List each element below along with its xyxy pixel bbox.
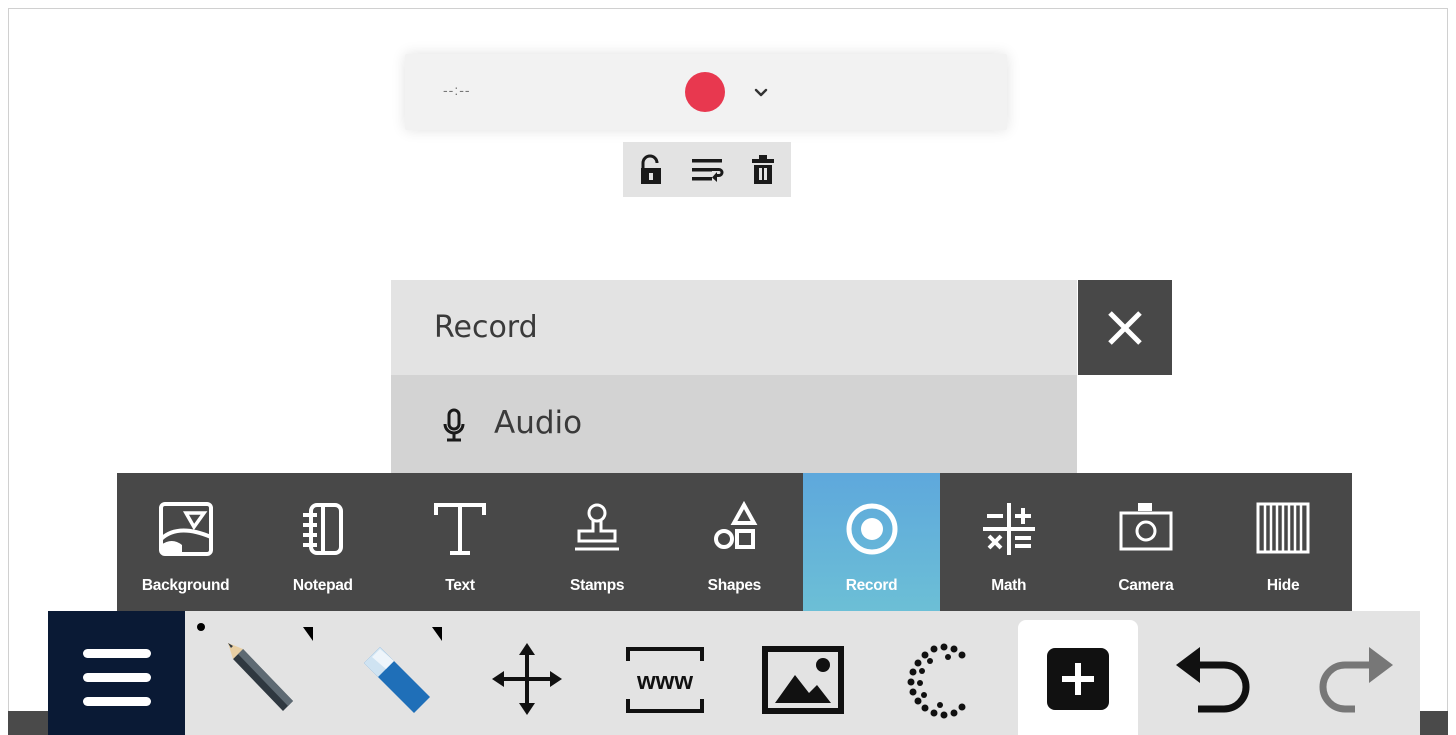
record-button[interactable] [685, 72, 725, 112]
tool-label: Hide [1266, 577, 1300, 594]
tool-label: Notepad [292, 577, 353, 594]
redo-icon [1319, 647, 1393, 713]
menu-button[interactable] [48, 611, 185, 735]
record-panel-title: Record [434, 310, 538, 345]
tool-camera[interactable]: Camera [1077, 473, 1214, 611]
tool-background[interactable]: Background [117, 473, 254, 611]
undo-button[interactable] [1144, 611, 1281, 735]
unlock-button[interactable] [623, 142, 679, 197]
move-tool[interactable] [459, 611, 596, 735]
shapes-icon [714, 501, 758, 549]
tool-label: Math [991, 577, 1027, 594]
image-tool[interactable] [733, 611, 870, 735]
menu-icon [83, 673, 151, 682]
pencil-icon [197, 623, 313, 711]
tool-label: Record [845, 577, 898, 594]
background-icon [158, 502, 213, 556]
wrap-text-icon [692, 158, 724, 182]
tool-label: Shapes [707, 577, 762, 594]
microphone-icon [443, 408, 465, 442]
unlock-icon [641, 154, 661, 184]
www-icon: www [626, 647, 704, 713]
add-icon [1047, 648, 1109, 710]
stamp-icon [575, 503, 620, 551]
record-panel-header: Record [391, 280, 1077, 375]
add-button[interactable] [1018, 620, 1138, 735]
close-icon [1108, 310, 1142, 345]
web-tool[interactable]: www [596, 611, 733, 735]
tools-bar: Background Notepad Text Stamps Shapes Re… [117, 473, 1352, 611]
tool-record[interactable]: Record [802, 473, 941, 611]
delete-button[interactable] [735, 142, 791, 197]
tool-hide[interactable]: Hide [1215, 473, 1352, 611]
tool-label: Camera [1118, 577, 1174, 594]
chevron-down-icon[interactable] [750, 82, 772, 104]
tool-text[interactable]: Text [391, 473, 528, 611]
menu-icon [83, 649, 151, 658]
pencil-tool[interactable] [185, 611, 322, 735]
tool-notepad[interactable]: Notepad [254, 473, 391, 611]
camera-icon [1119, 503, 1173, 551]
text-icon [433, 503, 486, 555]
tool-label: Stamps [570, 577, 625, 594]
tool-stamps[interactable]: Stamps [529, 473, 666, 611]
move-icon [492, 643, 562, 715]
tool-label: Text [445, 577, 475, 594]
record-audio-label: Audio [494, 405, 583, 441]
trash-icon [752, 154, 774, 184]
eraser-icon [364, 627, 442, 713]
tool-shapes[interactable]: Shapes [666, 473, 803, 611]
record-audio-option[interactable]: Audio [391, 375, 1077, 473]
undo-icon [1176, 647, 1250, 713]
eraser-tool[interactable] [322, 611, 459, 735]
record-icon [846, 503, 898, 555]
svg-text:www: www [636, 668, 693, 695]
redo-button[interactable] [1281, 611, 1418, 735]
recording-time: --:-- [443, 82, 471, 98]
audio-recorder-widget: --:-- [405, 54, 1007, 130]
menu-icon [83, 697, 151, 706]
tool-label: Background [141, 577, 230, 594]
lasso-tool[interactable] [870, 611, 1007, 735]
hide-icon [1256, 502, 1310, 554]
close-panel-button[interactable] [1078, 280, 1172, 375]
image-icon [762, 646, 844, 714]
wrap-text-button[interactable] [679, 142, 735, 197]
lasso-icon [907, 643, 966, 719]
recorder-tools [623, 142, 791, 197]
math-icon [982, 503, 1035, 555]
notepad-icon [302, 503, 343, 555]
tool-math[interactable]: Math [940, 473, 1077, 611]
